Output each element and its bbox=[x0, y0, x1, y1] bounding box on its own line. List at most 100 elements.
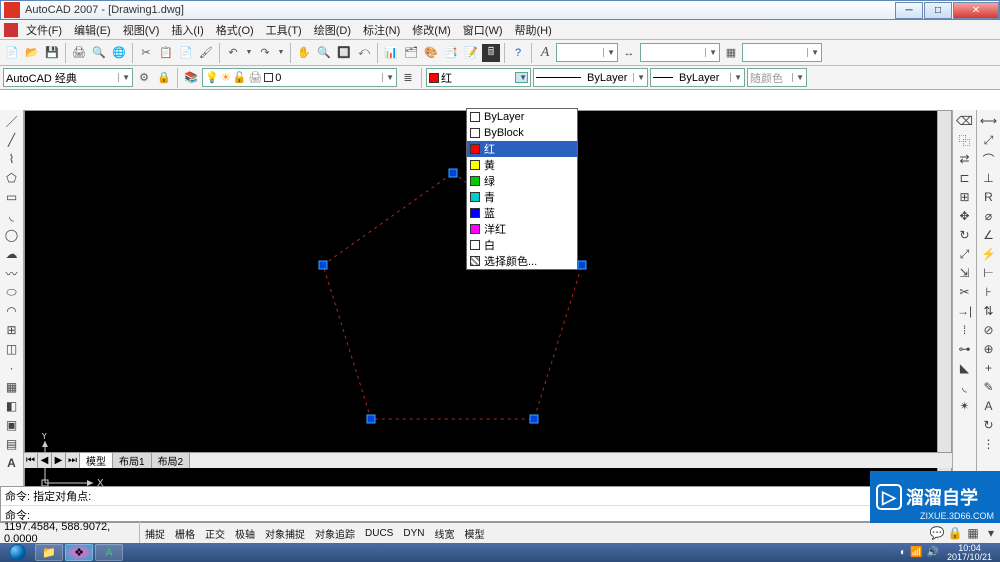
mode-ortho[interactable]: 正交 bbox=[200, 524, 230, 543]
tablestyle-icon[interactable]: ▦ bbox=[722, 44, 740, 62]
color-opt-green[interactable]: 绿 bbox=[467, 173, 577, 189]
dc-icon[interactable]: 🗂 bbox=[402, 44, 420, 62]
mode-osnap[interactable]: 对象捕捉 bbox=[260, 524, 310, 543]
color-opt-white[interactable]: 白 bbox=[467, 237, 577, 253]
hatch-icon[interactable]: ▦ bbox=[3, 378, 21, 396]
menu-tools[interactable]: 工具(T) bbox=[262, 20, 306, 40]
print-icon[interactable]: 🖨 bbox=[70, 44, 88, 62]
color-opt-blue[interactable]: 蓝 bbox=[467, 205, 577, 221]
scale-icon[interactable]: ⤢ bbox=[956, 245, 974, 263]
move-icon[interactable]: ✥ bbox=[956, 207, 974, 225]
copy-icon[interactable]: 📋 bbox=[157, 44, 175, 62]
clock[interactable]: 10:042017/10/21 bbox=[943, 544, 996, 562]
tab-last-icon[interactable]: ⏭ bbox=[66, 453, 80, 468]
array-icon[interactable]: ⊞ bbox=[956, 188, 974, 206]
rect-icon[interactable]: ▭ bbox=[3, 188, 21, 206]
line-icon[interactable]: ／ bbox=[3, 112, 21, 130]
offset-icon[interactable]: ⊏ bbox=[956, 169, 974, 187]
menu-help[interactable]: 帮助(H) bbox=[511, 20, 556, 40]
pline-icon[interactable]: ⌇ bbox=[3, 150, 21, 168]
mode-model[interactable]: 模型 bbox=[459, 524, 489, 543]
block-icon[interactable]: ◫ bbox=[3, 340, 21, 358]
task-explorer-icon[interactable]: 📁 bbox=[35, 544, 63, 561]
layer-combo[interactable]: 💡☀🔓🖨 0▼ bbox=[202, 68, 397, 87]
rotate-icon[interactable]: ↻ bbox=[956, 226, 974, 244]
lock-ui-icon[interactable]: 🔒 bbox=[155, 69, 173, 87]
command-window[interactable]: 命令: 指定对角点: 命令: ▲ ▼ bbox=[0, 486, 1000, 522]
undo-icon[interactable]: ↶ bbox=[224, 44, 242, 62]
dim-break-icon[interactable]: ⊘ bbox=[980, 321, 998, 339]
vscrollbar[interactable] bbox=[937, 111, 951, 487]
menu-insert[interactable]: 插入(I) bbox=[167, 20, 207, 40]
color-combo[interactable]: 红▼ bbox=[426, 68, 531, 87]
layer-manager-icon[interactable]: 📚 bbox=[182, 69, 200, 87]
menu-draw[interactable]: 绘图(D) bbox=[310, 20, 355, 40]
menu-view[interactable]: 视图(V) bbox=[119, 20, 164, 40]
dim-ord-icon[interactable]: ⊥ bbox=[980, 169, 998, 187]
tab-prev-icon[interactable]: ◀ bbox=[38, 453, 52, 468]
zoom-prev-icon[interactable]: ⤺ bbox=[355, 44, 373, 62]
dim-rad-icon[interactable]: R bbox=[980, 188, 998, 206]
maximize-button[interactable]: □ bbox=[924, 2, 952, 19]
polygon-icon[interactable]: ⬠ bbox=[3, 169, 21, 187]
tab-layout1[interactable]: 布局1 bbox=[113, 453, 152, 468]
explode-icon[interactable]: ✴ bbox=[956, 397, 974, 415]
centermark-icon[interactable]: + bbox=[980, 359, 998, 377]
tab-next-icon[interactable]: ▶ bbox=[52, 453, 66, 468]
color-opt-bylayer[interactable]: ByLayer bbox=[467, 109, 577, 125]
mode-ducs[interactable]: DUCS bbox=[360, 526, 398, 541]
mtext-icon[interactable]: A bbox=[3, 454, 21, 472]
tab-model[interactable]: 模型 bbox=[80, 453, 113, 468]
xline-icon[interactable]: ╱ bbox=[3, 131, 21, 149]
open-icon[interactable]: 📂 bbox=[23, 44, 41, 62]
paste-icon[interactable]: 📄 bbox=[177, 44, 195, 62]
preview-icon[interactable]: 🔍 bbox=[90, 44, 108, 62]
tray-comm-icon[interactable]: 💬 bbox=[928, 524, 946, 542]
layer-prev-icon[interactable]: ≣ bbox=[399, 69, 417, 87]
mode-otrack[interactable]: 对象追踪 bbox=[310, 524, 360, 543]
publish-icon[interactable]: 🌐 bbox=[110, 44, 128, 62]
coordinates-display[interactable]: 1197.4584, 588.9072, 0.0000 bbox=[0, 521, 140, 545]
tp-icon[interactable]: 🎨 bbox=[422, 44, 440, 62]
save-icon[interactable]: 💾 bbox=[43, 44, 61, 62]
mode-polar[interactable]: 极轴 bbox=[230, 524, 260, 543]
redo-icon[interactable]: ↷ bbox=[256, 44, 274, 62]
textstyle-combo[interactable]: ▼ bbox=[556, 43, 618, 62]
workspace-settings-icon[interactable]: ⚙ bbox=[135, 69, 153, 87]
menu-format[interactable]: 格式(O) bbox=[212, 20, 258, 40]
mode-dyn[interactable]: DYN bbox=[398, 526, 429, 541]
chamfer-icon[interactable]: ◣ bbox=[956, 359, 974, 377]
mode-snap[interactable]: 捕捉 bbox=[140, 524, 170, 543]
color-dropdown-list[interactable]: ByLayer ByBlock 红 黄 绿 青 蓝 洋红 白 选择颜色... bbox=[466, 108, 578, 270]
linetype-combo[interactable]: ByLayer▼ bbox=[533, 68, 648, 87]
dim-update-icon[interactable]: ↻ bbox=[980, 416, 998, 434]
tray-icon[interactable]: ◐ bbox=[900, 547, 906, 558]
color-opt-select[interactable]: 选择颜色... bbox=[467, 253, 577, 269]
point-icon[interactable]: · bbox=[3, 359, 21, 377]
region-icon[interactable]: ▣ bbox=[3, 416, 21, 434]
dim-aligned-icon[interactable]: ⤢ bbox=[980, 131, 998, 149]
help-icon[interactable]: ? bbox=[509, 44, 527, 62]
markup-icon[interactable]: 📝 bbox=[462, 44, 480, 62]
close-button[interactable]: ✕ bbox=[953, 2, 999, 19]
gradient-icon[interactable]: ◧ bbox=[3, 397, 21, 415]
start-button[interactable] bbox=[0, 543, 34, 562]
spline-icon[interactable]: 〰 bbox=[3, 264, 21, 282]
tray-vol-icon[interactable]: 🔊 bbox=[927, 547, 939, 558]
menu-edit[interactable]: 编辑(E) bbox=[70, 20, 115, 40]
extend-icon[interactable]: →| bbox=[956, 302, 974, 320]
minimize-button[interactable]: ─ bbox=[895, 2, 923, 19]
zoom-win-icon[interactable]: 🔲 bbox=[335, 44, 353, 62]
dim-quick-icon[interactable]: ⚡ bbox=[980, 245, 998, 263]
dim-dia-icon[interactable]: ⌀ bbox=[980, 207, 998, 225]
dimstyle-combo[interactable]: ▼ bbox=[640, 43, 720, 62]
dim-tedit-icon[interactable]: A bbox=[980, 397, 998, 415]
workspace-combo[interactable]: AutoCAD 经典▼ bbox=[3, 68, 133, 87]
new-icon[interactable]: 📄 bbox=[3, 44, 21, 62]
ellipse-icon[interactable]: ⬭ bbox=[3, 283, 21, 301]
menu-file[interactable]: 文件(F) bbox=[22, 20, 66, 40]
mode-lwt[interactable]: 线宽 bbox=[429, 524, 459, 543]
task-autocad-icon[interactable]: A bbox=[95, 544, 123, 561]
color-opt-red[interactable]: 红 bbox=[467, 141, 577, 157]
undo-drop-icon[interactable]: ▼ bbox=[244, 44, 254, 62]
